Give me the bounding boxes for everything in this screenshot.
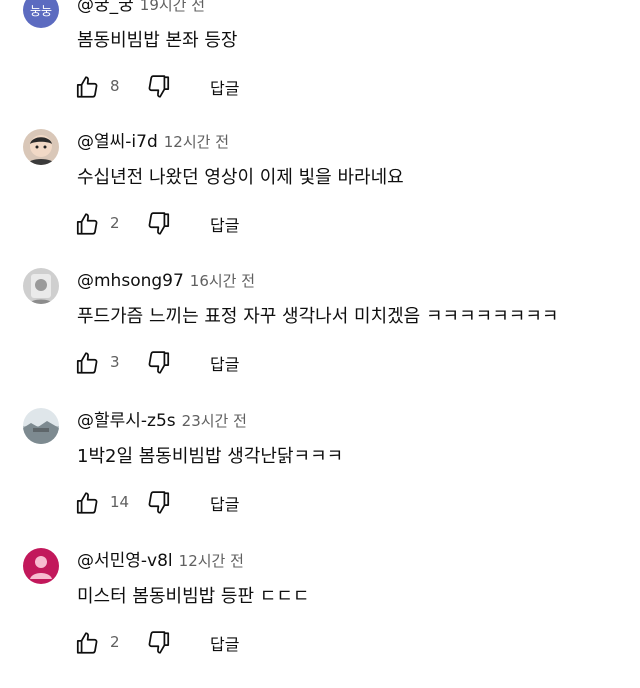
author-name[interactable]: @mhsong97 [77,271,184,291]
comment-1: 눙눙 @궁_궁 19시간 전 봄동비빔밥 본좌 등장 8 답글 [0,0,640,132]
author-name[interactable]: @서민영-v8l [77,551,173,571]
author-name[interactable]: @할루시-z5s [77,411,176,431]
dislike-button[interactable] [146,630,172,656]
avatar[interactable]: 눙눙 [23,0,59,28]
comment-header: @궁_궁 19시간 전 [77,0,205,16]
comment-2: @열씨-i7d 12시간 전 수십년전 나왔던 영상이 이제 빛을 바라네요 2 … [0,129,640,269]
comment-actions: 14 답글 [74,490,374,520]
comment-text: 미스터 봄동비빔밥 등판 ㄷㄷㄷ [77,586,310,607]
comment-text: 수십년전 나왔던 영상이 이제 빛을 바라네요 [77,167,404,188]
thumbs-down-icon [148,212,170,235]
thumbs-up-icon [76,352,98,374]
comment-text: 푸드가즘 느끼는 표정 자꾸 생각나서 미치겠음 ㅋㅋㅋㅋㅋㅋㅋㅋ [77,306,559,327]
comment-actions: 2 답글 [74,211,374,241]
thumbs-down-icon [148,491,170,514]
comment-header: @서민영-v8l 12시간 전 [77,550,244,572]
comment-header: @할루시-z5s 23시간 전 [77,410,247,432]
like-count: 2 [110,214,120,232]
avatar[interactable] [23,268,59,304]
author-name[interactable]: @열씨-i7d [77,132,158,152]
like-button[interactable] [74,350,100,376]
like-count: 8 [110,77,120,95]
reply-button[interactable]: 답글 [210,351,239,375]
avatar[interactable] [23,548,59,584]
comment-header: @mhsong97 16시간 전 [77,270,255,292]
like-button[interactable] [74,630,100,656]
reply-button[interactable]: 답글 [210,631,239,655]
comment-4: @할루시-z5s 23시간 전 1박2일 봄동비빔밥 생각난닭ㅋㅋㅋ 14 답글 [0,408,640,548]
avatar[interactable] [23,129,59,165]
avatar-text: 눙눙 [30,4,52,18]
comment-header: @열씨-i7d 12시간 전 [77,131,229,153]
reply-button[interactable]: 답글 [210,212,239,236]
thumbs-up-icon [76,213,98,235]
like-count: 2 [110,633,120,651]
comment-text: 봄동비빔밥 본좌 등장 [77,30,238,51]
reply-button[interactable]: 답글 [210,75,239,99]
thumbs-down-icon [148,75,170,98]
comment-actions: 2 답글 [74,630,374,660]
comment-time[interactable]: 19시간 전 [140,0,205,14]
like-count: 14 [110,493,130,511]
dislike-button[interactable] [146,211,172,237]
thumbs-up-icon [76,76,98,98]
dislike-button[interactable] [146,74,172,100]
comment-time[interactable]: 12시간 전 [179,552,244,570]
comment-time[interactable]: 23시간 전 [182,412,247,430]
thumbs-up-icon [76,492,98,514]
like-button[interactable] [74,211,100,237]
comment-text: 1박2일 봄동비빔밥 생각난닭ㅋㅋㅋ [77,446,344,467]
thumbs-down-icon [148,631,170,654]
comment-actions: 3 답글 [74,350,374,380]
like-button[interactable] [74,74,100,100]
avatar[interactable] [23,408,59,444]
thumbs-down-icon [148,351,170,374]
author-name[interactable]: @궁_궁 [77,0,134,15]
dislike-button[interactable] [146,490,172,516]
comment-time[interactable]: 12시간 전 [164,133,229,151]
thumbs-up-icon [76,632,98,654]
comment-time[interactable]: 16시간 전 [190,272,255,290]
comment-3: @mhsong97 16시간 전 푸드가즘 느끼는 표정 자꾸 생각나서 미치겠음… [0,268,640,408]
comment-5: @서민영-v8l 12시간 전 미스터 봄동비빔밥 등판 ㄷㄷㄷ 2 답글 [0,548,640,688]
like-count: 3 [110,353,120,371]
comment-actions: 8 답글 [74,74,374,104]
dislike-button[interactable] [146,350,172,376]
like-button[interactable] [74,490,100,516]
reply-button[interactable]: 답글 [210,491,239,515]
